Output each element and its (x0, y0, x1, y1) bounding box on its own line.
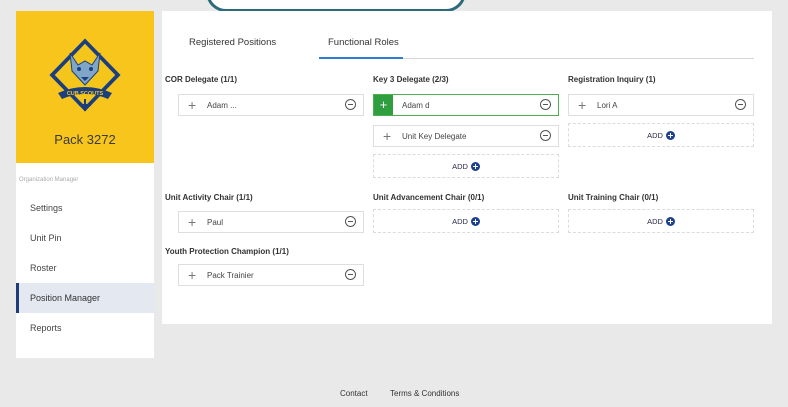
add-icon (470, 217, 480, 226)
role-title-registration-inquiry: Registration Inquiry (1) (568, 75, 656, 84)
role-title-youth-protection-champion: Youth Protection Champion (1/1) (165, 247, 289, 256)
role-slot-unit-activity-chair[interactable]: + Paul (178, 211, 364, 233)
role-slot-youth-protection-champion[interactable]: + Pack Trainier (178, 264, 364, 286)
pack-header: CUB SCOUTS Pack 3272 (16, 11, 154, 163)
add-key3-delegate-button[interactable]: ADD (373, 154, 559, 178)
add-icon (665, 217, 675, 226)
tab-registered-positions[interactable]: Registered Positions (189, 37, 276, 48)
terms-link[interactable]: Terms & Conditions (390, 389, 459, 398)
sidebar-item-unit-pin[interactable]: Unit Pin (16, 223, 154, 253)
member-name: Paul (207, 218, 224, 227)
role-title-key3-delegate: Key 3 Delegate (2/3) (373, 75, 449, 84)
role-title-cor-delegate: COR Delegate (1/1) (165, 75, 238, 84)
member-name: Unit Key Delegate (402, 132, 467, 141)
active-tab-indicator (319, 57, 403, 59)
logo-text: CUB SCOUTS (67, 91, 104, 97)
role-slot-registration-inquiry[interactable]: + Lori A (568, 94, 754, 116)
plus-icon[interactable]: + (188, 97, 196, 113)
add-icon (665, 131, 675, 140)
contact-link[interactable]: Contact (340, 389, 368, 398)
add-icon (470, 162, 480, 171)
plus-icon[interactable]: + (188, 214, 196, 230)
remove-icon[interactable] (345, 216, 356, 227)
pack-name: Pack 3272 (54, 132, 116, 147)
section-label: Organization Manager (19, 177, 79, 183)
add-label: ADD (452, 162, 468, 171)
remove-icon[interactable] (540, 99, 551, 110)
member-name: Lori A (597, 101, 618, 110)
plus-icon[interactable]: + (374, 95, 393, 115)
sidebar: CUB SCOUTS Pack 3272 Organization Manage… (16, 11, 154, 358)
member-name: Pack Trainier (207, 271, 254, 280)
plus-icon[interactable]: + (578, 97, 586, 113)
add-unit-advancement-chair-button[interactable]: ADD (373, 209, 559, 233)
main-panel: Registered Positions Functional Roles CO… (162, 11, 772, 324)
sidebar-item-settings[interactable]: Settings (16, 193, 154, 223)
sidebar-item-position-manager[interactable]: Position Manager (16, 283, 154, 313)
tab-functional-roles[interactable]: Functional Roles (328, 37, 399, 48)
remove-icon[interactable] (345, 269, 356, 280)
remove-icon[interactable] (540, 130, 551, 141)
add-label: ADD (647, 217, 663, 226)
remove-icon[interactable] (735, 99, 746, 110)
add-label: ADD (452, 217, 468, 226)
role-slot-key3-delegate-2[interactable]: + Unit Key Delegate (373, 125, 559, 147)
tab-bar: Registered Positions Functional Roles (162, 11, 772, 59)
role-slot-cor-delegate[interactable]: + Adam ... (178, 94, 364, 116)
sidebar-item-roster[interactable]: Roster (16, 253, 154, 283)
role-title-unit-advancement-chair: Unit Advancement Chair (0/1) (373, 193, 485, 202)
add-registration-inquiry-button[interactable]: ADD (568, 123, 754, 147)
role-title-unit-training-chair: Unit Training Chair (0/1) (568, 193, 659, 202)
member-name: Adam d (402, 101, 430, 110)
member-name: Adam ... (207, 101, 237, 110)
add-unit-training-chair-button[interactable]: ADD (568, 209, 754, 233)
plus-icon[interactable]: + (188, 267, 196, 283)
add-label: ADD (647, 131, 663, 140)
remove-icon[interactable] (345, 99, 356, 110)
role-title-unit-activity-chair: Unit Activity Chair (1/1) (165, 193, 253, 202)
cub-scouts-logo: CUB SCOUTS (46, 35, 124, 115)
role-slot-key3-delegate-1[interactable]: + Adam d (373, 94, 559, 116)
plus-icon[interactable]: + (383, 128, 391, 144)
sidebar-item-reports[interactable]: Reports (16, 313, 154, 343)
